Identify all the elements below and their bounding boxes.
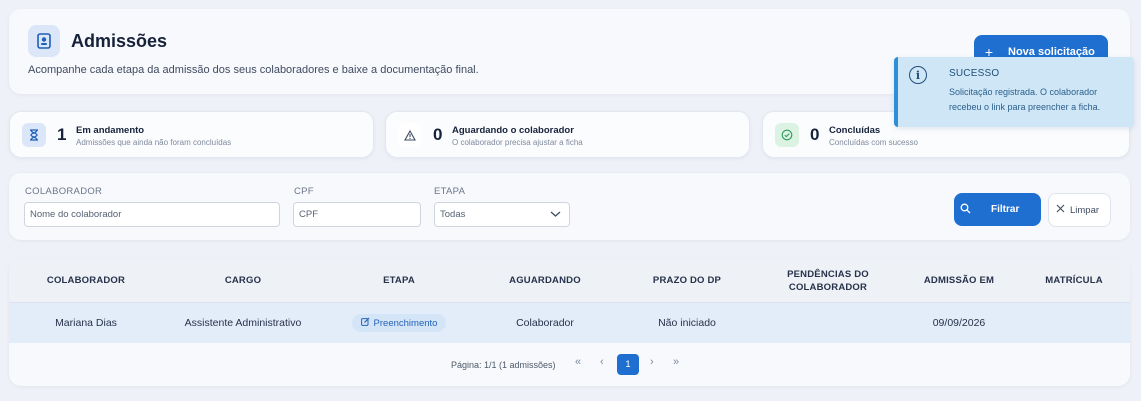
clear-button-label: Limpar [1070,204,1100,216]
clear-button[interactable]: Limpar [1048,193,1111,227]
chevron-down-icon [550,208,561,223]
etapa-selected-value: Todas [440,209,466,220]
warning-icon [398,123,422,147]
filter-button[interactable]: Filtrar [954,193,1041,226]
cell-prazo: Não iniciado [658,317,716,329]
stat-count: 0 [810,125,820,144]
stat-card-awaiting: 0 Aguardando o colaborador O colaborador… [385,111,750,158]
success-toast[interactable]: i SUCESSO Solicitação registrada. O cola… [894,57,1134,127]
column-header[interactable]: PENDÊNCIAS DO COLABORADOR [769,258,887,303]
cell-cargo: Assistente Administrativo [184,317,302,329]
cell-etapa: Preenchimento [339,303,459,343]
column-header[interactable]: ETAPA [349,258,449,303]
stat-label: Concluídas [829,125,881,136]
column-header[interactable]: PRAZO DO DP [633,258,741,303]
column-header[interactable]: COLABORADOR [31,258,141,303]
page-button-current[interactable]: 1 [617,354,639,375]
page-subtitle: Acompanhe cada etapa da admissão dos seu… [28,64,479,76]
hourglass-icon [22,123,46,147]
last-page-icon[interactable]: » [673,356,679,368]
info-icon: i [909,66,927,84]
page-title: Admissões [71,31,168,51]
filter-card: COLABORADOR Nome do colaborador CPF CPF … [9,173,1130,240]
stat-label: Aguardando o colaborador [452,125,574,136]
cell-colaborador: Mariana Dias [55,317,117,329]
pagination: Página: 1/1 (1 admissões) « ‹ 1 › » [9,354,1130,376]
colaborador-filter-input[interactable]: Nome do colaborador [24,202,280,227]
stat-count: 0 [433,125,443,144]
stat-card-in-progress: 1 Em andamento Admissões que ainda não f… [9,111,374,158]
search-icon [960,203,971,217]
stat-label: Em andamento [76,125,145,136]
cell-pendencias [769,303,887,343]
cpf-filter-input[interactable]: CPF [293,202,421,227]
edit-icon [360,317,370,329]
column-header[interactable]: ADMISSÃO EM [904,258,1014,303]
table-header: COLABORADOR CARGO ETAPA AGUARDANDO PRAZO… [9,258,1130,303]
pagination-info: Página: 1/1 (1 admissões) [451,360,556,370]
admissions-table: COLABORADOR CARGO ETAPA AGUARDANDO PRAZO… [9,258,1130,386]
stat-description: O colaborador precisa ajustar a ficha [452,138,583,147]
stat-count: 1 [57,125,67,144]
column-header[interactable]: AGUARDANDO [489,258,601,303]
first-page-icon[interactable]: « [575,356,581,368]
column-header[interactable]: MATRÍCULA [1024,258,1124,303]
colaborador-filter-label: COLABORADOR [25,186,103,197]
filter-button-label: Filtrar [991,204,1020,215]
cpf-filter-label: CPF [294,186,314,197]
stage-badge[interactable]: Preenchimento [351,314,447,332]
cell-matricula [1024,303,1124,343]
etapa-filter-select[interactable]: Todas [434,202,570,227]
table-row[interactable]: Mariana Dias Assistente Administrativo P… [9,303,1130,343]
stage-badge-label: Preenchimento [373,317,438,329]
check-circle-icon [775,123,799,147]
etapa-filter-label: ETAPA [434,186,466,197]
prev-page-icon[interactable]: ‹ [600,356,604,368]
close-icon [1056,204,1065,216]
cell-admissao: 09/09/2026 [932,317,986,329]
stat-description: Admissões que ainda não foram concluídas [76,138,232,147]
id-badge-icon [28,25,60,57]
cell-aguardando: Colaborador [516,317,574,329]
column-header[interactable]: CARGO [178,258,308,303]
toast-message: Solicitação registrada. O colaborador re… [949,87,1101,112]
next-page-icon[interactable]: › [650,356,654,368]
toast-title: SUCESSO [949,68,1000,79]
stat-description: Concluídas com sucesso [829,138,918,147]
